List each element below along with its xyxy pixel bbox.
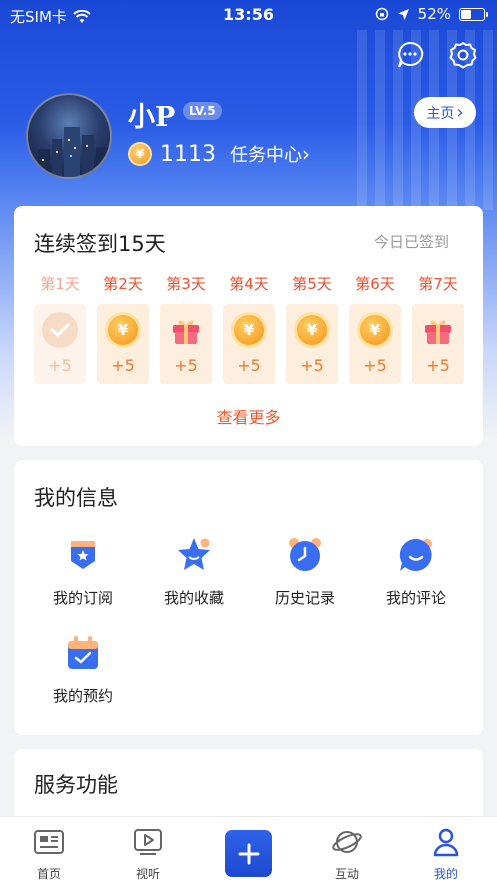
my-favorites-item[interactable]: 我的收藏 <box>139 535 249 608</box>
my-subscription-item[interactable]: 我的订阅 <box>28 535 138 608</box>
home-page-label: 主页 <box>426 105 455 122</box>
checkin-day-label: 第7天 <box>418 275 458 293</box>
my-info-title: 我的信息 <box>34 486 118 510</box>
username: 小P <box>128 102 176 133</box>
history-item[interactable]: 历史记录 <box>250 535 360 608</box>
task-center-label: 任务中心 <box>230 145 302 166</box>
battery-icon <box>459 7 488 21</box>
coin-row: ¥ 1113 任务中心› <box>128 141 310 167</box>
my-comments-label: 我的评论 <box>385 589 446 607</box>
my-subscription-label: 我的订阅 <box>52 589 113 607</box>
checkin-reward: +5 <box>426 356 450 375</box>
checkin-day-label: 第5天 <box>292 275 332 293</box>
checkin-day: 第7天 +5 <box>412 274 464 384</box>
chevron-right-icon: › <box>302 142 310 166</box>
chevron-right-icon: › <box>456 102 464 123</box>
home-page-button[interactable]: 主页 › <box>414 97 476 128</box>
tab-bar: 首页 视听 互动 我的 <box>0 816 497 883</box>
checkin-day: 第2天 ¥ +5 <box>97 274 149 384</box>
view-more-link[interactable]: 查看更多 <box>14 404 483 428</box>
checkin-day-box: ¥ +5 <box>97 304 149 384</box>
news-icon <box>34 830 64 854</box>
calendar-icon <box>68 636 98 669</box>
my-comments-item[interactable]: 我的评论 <box>361 535 471 608</box>
checkin-status: 今日已签到 <box>373 233 449 251</box>
checkin-days: 第1天 +5 第2天 ¥ +5 第3天 +5 第4天 ¥ +5 第5天 ¥ +5 第6天 ¥ +5 第7天 +5 <box>34 274 464 384</box>
checkin-day-box: ¥ +5 <box>286 304 338 384</box>
person-icon <box>433 828 459 857</box>
coin-balance: 1113 <box>160 141 216 167</box>
status-bar: 无SIM卡 13:56 52% <box>0 0 497 30</box>
status-right: 52% <box>375 5 488 23</box>
chat-bubble-icon[interactable] <box>395 40 425 70</box>
battery-percent: 52% <box>417 5 451 23</box>
battery-fill <box>461 9 472 19</box>
gear-icon[interactable] <box>448 40 478 70</box>
star-icon <box>178 538 210 570</box>
subscription-icon <box>71 541 95 569</box>
tab-interact[interactable]: 互动 <box>307 827 387 882</box>
publish-plus-button[interactable] <box>225 830 272 877</box>
checkin-reward: +5 <box>174 356 198 375</box>
check-icon <box>42 312 78 348</box>
clock-icon <box>289 538 321 571</box>
checkin-day: 第4天 ¥ +5 <box>223 274 275 384</box>
gift-icon <box>173 320 199 344</box>
checkin-reward: +5 <box>48 356 72 375</box>
coin-icon: ¥ <box>294 312 330 348</box>
tab-home[interactable]: 首页 <box>9 827 89 882</box>
checkin-reward: +5 <box>300 356 324 375</box>
play-icon <box>134 829 162 855</box>
history-label: 历史记录 <box>274 589 335 607</box>
checkin-title: 连续签到15天 <box>34 232 166 256</box>
location-arrow-icon <box>397 8 409 20</box>
checkin-day: 第5天 ¥ +5 <box>286 274 338 384</box>
checkin-reward: +5 <box>237 356 261 375</box>
tab-mine[interactable]: 我的 <box>406 827 486 882</box>
avatar[interactable] <box>26 93 112 179</box>
checkin-day-label: 第6天 <box>355 275 395 293</box>
my-info-card: 我的信息 我的订阅 我的收藏 历史记录 我的评论 我的预约 <box>14 460 483 735</box>
checkin-day-label: 第2天 <box>103 275 143 293</box>
comment-icon <box>399 538 432 571</box>
checkin-day: 第1天 +5 <box>34 274 86 384</box>
gift-icon <box>425 320 451 344</box>
checkin-day: 第6天 ¥ +5 <box>349 274 401 384</box>
orientation-lock-icon <box>375 7 388 21</box>
checkin-day: 第3天 +5 <box>160 274 212 384</box>
checkin-day-box: +5 <box>412 304 464 384</box>
my-reservation-label: 我的预约 <box>52 687 113 705</box>
coin-icon: ¥ <box>357 312 393 348</box>
tab-mine-label: 我的 <box>433 867 458 881</box>
my-favorites-label: 我的收藏 <box>163 589 224 607</box>
checkin-day-box: +5 <box>160 304 212 384</box>
checkin-day-label: 第3天 <box>166 275 206 293</box>
checkin-card: 连续签到15天 今日已签到 第1天 +5 第2天 ¥ +5 第3天 +5 第4天 ¥ +5 第5天 ¥… <box>14 206 483 446</box>
checkin-day-label: 第4天 <box>229 275 269 293</box>
coin-icon: ¥ <box>231 312 267 348</box>
checkin-reward: +5 <box>111 356 135 375</box>
tab-interact-label: 互动 <box>334 867 359 881</box>
checkin-day-box: ¥ +5 <box>223 304 275 384</box>
level-badge: LV.5 <box>183 102 222 120</box>
tab-home-label: 首页 <box>36 867 61 881</box>
coin-icon: ¥ <box>128 142 152 166</box>
checkin-day-box: ¥ +5 <box>349 304 401 384</box>
tab-av-label: 视听 <box>135 867 160 881</box>
coin-icon: ¥ <box>105 312 141 348</box>
plus-icon <box>238 843 259 864</box>
planet-icon <box>332 831 362 853</box>
services-title: 服务功能 <box>34 773 118 797</box>
my-reservation-item[interactable]: 我的预约 <box>28 633 138 706</box>
checkin-day-box: +5 <box>34 304 86 384</box>
checkin-day-label: 第1天 <box>40 275 80 293</box>
tab-av[interactable]: 视听 <box>108 827 188 882</box>
checkin-reward: +5 <box>363 356 387 375</box>
task-center-link[interactable]: 任务中心› <box>230 141 310 167</box>
